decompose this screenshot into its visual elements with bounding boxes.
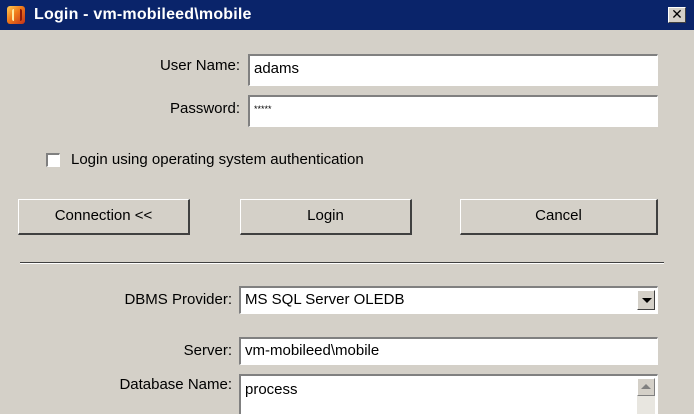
title-bar[interactable]: Login - vm-mobileed\mobile ✕ xyxy=(0,0,694,30)
server-input[interactable]: vm-mobileed\mobile xyxy=(239,337,658,365)
login-button-label: Login xyxy=(307,207,344,224)
login-dialog: Login - vm-mobileed\mobile ✕ User Name: … xyxy=(0,0,694,414)
database-name-label: Database Name: xyxy=(119,376,232,393)
scroll-up-arrow-icon[interactable] xyxy=(637,378,655,396)
database-name-value: process xyxy=(245,381,298,398)
password-input[interactable]: ***** xyxy=(248,95,658,127)
login-button[interactable]: Login xyxy=(240,199,412,235)
os-auth-label[interactable]: Login using operating system authenticat… xyxy=(71,151,364,168)
cancel-button[interactable]: Cancel xyxy=(460,199,658,235)
section-divider xyxy=(20,262,664,264)
cancel-button-label: Cancel xyxy=(535,207,582,224)
window-title: Login - vm-mobileed\mobile xyxy=(34,6,252,23)
username-label: User Name: xyxy=(159,57,240,74)
password-label: Password: xyxy=(169,100,240,117)
app-logo-icon xyxy=(7,6,25,24)
os-auth-checkbox[interactable] xyxy=(46,153,60,167)
close-icon[interactable]: ✕ xyxy=(668,7,686,23)
database-name-input[interactable]: process xyxy=(239,374,658,414)
connection-toggle-button[interactable]: Connection << xyxy=(18,199,190,235)
server-label: Server: xyxy=(183,342,232,359)
database-name-scrollbar[interactable] xyxy=(637,378,655,414)
dbms-provider-label: DBMS Provider: xyxy=(124,291,232,308)
connection-button-label: Connection << xyxy=(54,207,153,224)
dbms-provider-select[interactable]: MS SQL Server OLEDB xyxy=(239,286,658,314)
username-input[interactable]: adams xyxy=(248,54,658,86)
dbms-provider-value: MS SQL Server OLEDB xyxy=(245,291,405,308)
chevron-down-icon[interactable] xyxy=(637,290,655,310)
